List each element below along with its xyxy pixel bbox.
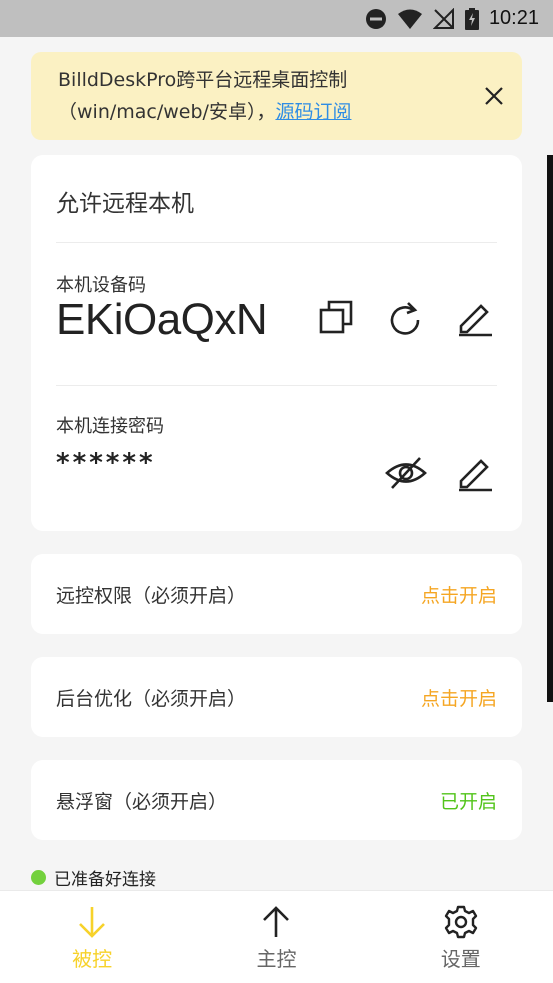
enable-background-optimization-button[interactable]: 点击开启: [421, 684, 497, 711]
permission-label: 悬浮窗（必须开启）: [56, 790, 228, 813]
eye-off-icon[interactable]: [384, 454, 428, 492]
tab-label: 主控: [256, 947, 297, 971]
password-value: ******: [56, 448, 156, 478]
source-subscribe-link[interactable]: 源码订阅: [275, 101, 351, 123]
device-code-label: 本机设备码: [56, 275, 146, 296]
status-bar: 10:21: [0, 0, 553, 37]
device-code-section: 本机设备码 EKiOaQxN: [56, 243, 497, 386]
do-not-disturb-icon: [365, 8, 386, 29]
status-icons: 10:21: [365, 6, 539, 31]
card-title: 允许远程本机: [56, 155, 497, 243]
no-signal-icon: [432, 7, 454, 29]
permission-label: 后台优化（必须开启）: [56, 687, 247, 710]
device-code-value: EKiOaQxN: [56, 295, 268, 344]
status-dot-icon: [31, 870, 46, 885]
permission-background-optimization: 后台优化（必须开启） 点击开启: [31, 657, 522, 737]
arrow-up-icon: [263, 906, 290, 937]
tab-settings[interactable]: 设置: [369, 891, 553, 983]
gear-icon: [444, 905, 478, 939]
edit-icon[interactable]: [456, 299, 494, 337]
promo-banner: BilldDeskPro跨平台远程桌面控制（win/mac/web/安卓），源码…: [31, 52, 522, 140]
permission-label: 远控权限（必须开启）: [56, 584, 247, 607]
tab-label: 设置: [440, 947, 481, 971]
permission-remote-control: 远控权限（必须开启） 点击开启: [31, 554, 522, 634]
connection-status-text: 已准备好连接: [54, 870, 156, 890]
edit-password-icon[interactable]: [456, 454, 494, 492]
arrow-down-icon: [79, 907, 106, 938]
tab-label: 被控: [72, 947, 113, 971]
tab-controller[interactable]: 主控: [184, 891, 368, 983]
connection-status: 已准备好连接: [31, 865, 156, 890]
password-section: 本机连接密码 ******: [56, 386, 497, 530]
refresh-icon[interactable]: [386, 299, 424, 337]
scrollbar[interactable]: [547, 155, 553, 702]
password-label: 本机连接密码: [56, 416, 164, 437]
wifi-icon: [397, 9, 422, 29]
close-icon[interactable]: [482, 84, 506, 108]
status-time: 10:21: [488, 7, 539, 29]
battery-charging-icon: [464, 7, 479, 30]
copy-icon[interactable]: [318, 299, 356, 337]
floating-window-status[interactable]: 已开启: [440, 787, 497, 814]
enable-remote-control-button[interactable]: 点击开启: [421, 581, 497, 608]
bottom-tab-bar: 被控 主控 设置: [0, 890, 553, 983]
tab-controlled[interactable]: 被控: [0, 891, 184, 983]
remote-access-card: 允许远程本机 本机设备码 EKiOaQxN 本机连接密码 ******: [31, 155, 522, 531]
permission-floating-window: 悬浮窗（必须开启） 已开启: [31, 760, 522, 840]
